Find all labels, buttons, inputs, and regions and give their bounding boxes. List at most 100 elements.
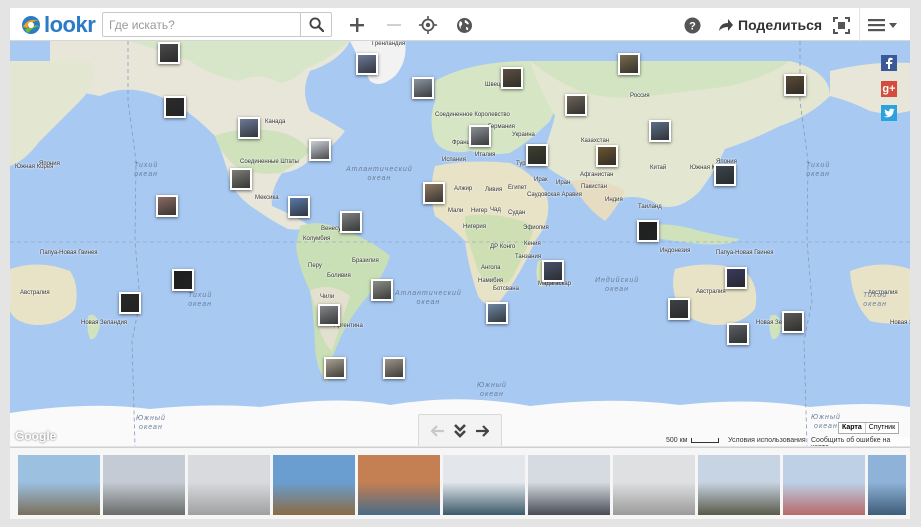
next-arrow-icon[interactable] xyxy=(475,424,489,437)
camera-thumbnail[interactable] xyxy=(618,53,640,75)
camera-thumbnail[interactable] xyxy=(668,298,690,320)
camera-thumbnail[interactable] xyxy=(172,269,194,291)
camera-thumbnail[interactable] xyxy=(340,211,362,233)
camera-thumbnail[interactable] xyxy=(156,195,178,217)
world-map[interactable]: Гренландия Швеция Соединенное Королевство Г… xyxy=(10,41,910,446)
terms-link[interactable]: Условия использования xyxy=(728,437,806,444)
camera-thumbnail[interactable] xyxy=(164,96,186,118)
camera-thumbnail[interactable] xyxy=(356,53,378,75)
strip-thumbnail-lakeside-town[interactable] xyxy=(443,455,525,515)
camera-thumbnail[interactable] xyxy=(309,139,331,161)
map-type-satellite[interactable]: Спутник xyxy=(864,423,898,433)
camera-thumbnail[interactable] xyxy=(158,42,180,64)
country-label: Чили xyxy=(320,294,335,300)
camera-thumbnail[interactable] xyxy=(714,164,736,186)
country-label: Колумбия xyxy=(303,236,331,242)
country-label: Китай xyxy=(650,165,667,171)
camera-thumbnail[interactable] xyxy=(288,196,310,218)
country-label: Япония xyxy=(39,161,60,167)
country-label: Намибия xyxy=(478,278,504,284)
camera-thumbnail[interactable] xyxy=(649,120,671,142)
app-window: lookr ? Поделиться xyxy=(0,0,921,527)
camera-thumbnail[interactable] xyxy=(230,168,252,190)
country-label: Мали xyxy=(448,208,464,214)
camera-thumbnail[interactable] xyxy=(119,292,141,314)
camera-thumbnail[interactable] xyxy=(725,267,747,289)
camera-thumbnail[interactable] xyxy=(784,74,806,96)
country-label: Перу xyxy=(308,263,322,269)
strip-thumbnail-beach-palms[interactable] xyxy=(18,455,100,515)
facebook-button[interactable] xyxy=(881,55,897,71)
ocean-label: Тихий океан xyxy=(134,162,159,178)
ocean-label: Тихий океан xyxy=(188,292,213,308)
ocean-label: Южный океан xyxy=(811,414,841,430)
country-label: Бразилия xyxy=(352,258,379,264)
country-label: Ливия xyxy=(485,187,503,193)
country-label: Новая Зеландия xyxy=(81,320,128,326)
twitter-button[interactable] xyxy=(881,105,897,121)
strip-thumbnail-christmas-plaza[interactable] xyxy=(698,455,780,515)
strip-thumbnail-coastal-mountains[interactable] xyxy=(273,455,355,515)
country-label: Афганистан xyxy=(580,172,614,178)
menu-button[interactable] xyxy=(867,14,899,36)
logo[interactable]: lookr xyxy=(20,12,96,37)
ocean-label: Атлантический океан xyxy=(346,166,413,182)
camera-thumbnail[interactable] xyxy=(542,260,564,282)
strip-thumbnail-winter-street[interactable] xyxy=(783,455,865,515)
menu-icon xyxy=(868,19,897,32)
ocean-label: Индийский океан xyxy=(595,277,640,293)
strip-thumbnail-foggy-field[interactable] xyxy=(613,455,695,515)
camera-thumbnail[interactable] xyxy=(469,125,491,147)
share-arrow-icon xyxy=(719,19,733,31)
camera-thumbnail[interactable] xyxy=(238,117,260,139)
camera-thumbnail[interactable] xyxy=(727,323,749,345)
google-plus-icon: g+ xyxy=(882,83,896,95)
camera-thumbnail[interactable] xyxy=(486,302,508,324)
strip-thumbnail-bay-aerial[interactable] xyxy=(358,455,440,515)
camera-thumbnail[interactable] xyxy=(782,311,804,333)
strip-thumbnail-snowy-building[interactable] xyxy=(188,455,270,515)
help-button[interactable]: ? xyxy=(681,14,703,36)
camera-thumbnail[interactable] xyxy=(596,145,618,167)
camera-thumbnail[interactable] xyxy=(637,220,659,242)
camera-thumbnail[interactable] xyxy=(501,67,523,89)
facebook-icon xyxy=(886,57,893,69)
search-input[interactable] xyxy=(103,13,301,36)
camera-thumbnail[interactable] xyxy=(383,357,405,379)
country-label: Россия xyxy=(630,93,650,99)
svg-text:?: ? xyxy=(689,20,696,32)
google-logo: Google xyxy=(15,429,57,443)
locate-button[interactable] xyxy=(417,14,439,36)
fullscreen-button[interactable] xyxy=(830,14,852,36)
strip-thumbnail-city-skyline[interactable] xyxy=(528,455,610,515)
camera-thumbnail[interactable] xyxy=(526,144,548,166)
camera-thumbnail[interactable] xyxy=(324,357,346,379)
map-type-map[interactable]: Карта xyxy=(839,423,865,433)
globe-button[interactable] xyxy=(453,14,475,36)
prev-arrow-icon[interactable] xyxy=(431,424,445,437)
report-error-link[interactable]: Сообщить об ошибке на карте xyxy=(811,437,910,446)
collapse-icon[interactable] xyxy=(453,423,467,439)
toolbar-divider xyxy=(859,8,860,41)
share-button[interactable]: Поделиться xyxy=(718,14,822,36)
country-label: Италия xyxy=(475,152,496,158)
zoom-out-button[interactable] xyxy=(383,14,405,36)
country-label: Боливия xyxy=(327,273,351,279)
search-button[interactable] xyxy=(300,13,331,36)
camera-thumbnail[interactable] xyxy=(423,182,445,204)
camera-thumbnail[interactable] xyxy=(412,77,434,99)
map-type-toggle: Карта Спутник xyxy=(838,422,900,434)
camera-thumbnail[interactable] xyxy=(565,94,587,116)
camera-thumbnail[interactable] xyxy=(371,279,393,301)
zoom-in-icon xyxy=(350,18,364,32)
zoom-in-button[interactable] xyxy=(346,14,368,36)
strip-thumbnail-harbor-boats[interactable] xyxy=(103,455,185,515)
country-label: Мексика xyxy=(255,195,279,201)
strip-thumbnail-marina[interactable] xyxy=(868,455,906,515)
camera-thumbnail[interactable] xyxy=(318,304,340,326)
logo-text: lookr xyxy=(44,12,96,37)
country-label: Германия xyxy=(488,124,515,130)
ocean-label: Южный океан xyxy=(477,382,507,398)
country-label: Канада xyxy=(265,119,286,125)
google-plus-button[interactable]: g+ xyxy=(881,81,897,97)
